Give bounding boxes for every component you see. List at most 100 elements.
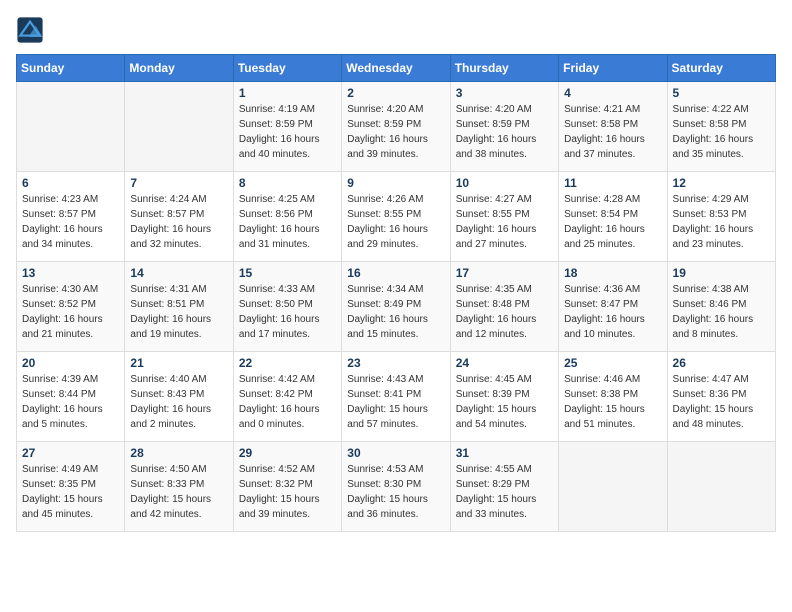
calendar-cell: 9Sunrise: 4:26 AM Sunset: 8:55 PM Daylig… [342, 172, 450, 262]
day-number: 6 [22, 176, 119, 190]
day-number: 27 [22, 446, 119, 460]
calendar-week-1: 1 Sunrise: 4:19 AM Sunset: 8:59 PM Daylig… [17, 82, 776, 172]
calendar-week-5: 27 Sunrise: 4:49 AM Sunset: 8:35 PM Dayli… [17, 442, 776, 532]
weekday-header-thursday: Thursday [450, 55, 558, 82]
day-detail: Sunrise: 4:24 AM Sunset: 8:57 PM Dayligh… [130, 192, 227, 252]
calendar-cell [125, 82, 233, 172]
weekday-header-sunday: Sunday [17, 55, 125, 82]
day-detail: Sunrise: 4:34 AM Sunset: 8:49 PM Dayligh… [347, 282, 444, 342]
day-detail: Sunrise: 4:27 AM Sunset: 8:55 PM Dayligh… [456, 192, 553, 252]
day-number: 9 [347, 176, 444, 190]
day-detail: Sunrise: 4:31 AM Sunset: 8:51 PM Dayligh… [130, 282, 227, 342]
calendar-cell: 29 Sunrise: 4:52 AM Sunset: 8:32 PM Dayli… [233, 442, 341, 532]
calendar-header: SundayMondayTuesdayWednesdayThursdayFrid… [17, 55, 776, 82]
day-detail: Sunrise: 4:36 AM Sunset: 8:47 PM Dayligh… [564, 282, 661, 342]
day-number: 18 [564, 266, 661, 280]
day-number: 15 [239, 266, 336, 280]
calendar-cell: 3 Sunrise: 4:20 AM Sunset: 8:59 PM Daylig… [450, 82, 558, 172]
day-number: 21 [130, 356, 227, 370]
calendar-cell [667, 442, 775, 532]
weekday-header-row: SundayMondayTuesdayWednesdayThursdayFrid… [17, 55, 776, 82]
calendar-cell: 1 Sunrise: 4:19 AM Sunset: 8:59 PM Daylig… [233, 82, 341, 172]
calendar-week-3: 13Sunrise: 4:30 AM Sunset: 8:52 PM Dayli… [17, 262, 776, 352]
day-detail: Sunrise: 4:53 AM Sunset: 8:30 PM Dayligh… [347, 462, 444, 522]
calendar-cell: 10 Sunrise: 4:27 AM Sunset: 8:55 PM Dayli… [450, 172, 558, 262]
day-detail: Sunrise: 4:33 AM Sunset: 8:50 PM Dayligh… [239, 282, 336, 342]
day-number: 7 [130, 176, 227, 190]
calendar-cell: 28Sunrise: 4:50 AM Sunset: 8:33 PM Dayli… [125, 442, 233, 532]
day-number: 31 [456, 446, 553, 460]
day-detail: Sunrise: 4:52 AM Sunset: 8:32 PM Dayligh… [239, 462, 336, 522]
day-number: 20 [22, 356, 119, 370]
day-detail: Sunrise: 4:47 AM Sunset: 8:36 PM Dayligh… [673, 372, 770, 432]
day-number: 12 [673, 176, 770, 190]
day-detail: Sunrise: 4:39 AM Sunset: 8:44 PM Dayligh… [22, 372, 119, 432]
day-number: 25 [564, 356, 661, 370]
calendar-cell: 25 Sunrise: 4:46 AM Sunset: 8:38 PM Dayli… [559, 352, 667, 442]
calendar-cell: 17Sunrise: 4:35 AM Sunset: 8:48 PM Dayli… [450, 262, 558, 352]
calendar-cell: 21 Sunrise: 4:40 AM Sunset: 8:43 PM Dayli… [125, 352, 233, 442]
weekday-header-friday: Friday [559, 55, 667, 82]
day-number: 10 [456, 176, 553, 190]
calendar-cell: 18 Sunrise: 4:36 AM Sunset: 8:47 PM Dayli… [559, 262, 667, 352]
day-detail: Sunrise: 4:22 AM Sunset: 8:58 PM Dayligh… [673, 102, 770, 162]
calendar-cell: 23Sunrise: 4:43 AM Sunset: 8:41 PM Dayli… [342, 352, 450, 442]
calendar-cell: 26 Sunrise: 4:47 AM Sunset: 8:36 PM Dayli… [667, 352, 775, 442]
day-number: 26 [673, 356, 770, 370]
day-number: 28 [130, 446, 227, 460]
day-number: 14 [130, 266, 227, 280]
day-detail: Sunrise: 4:43 AM Sunset: 8:41 PM Dayligh… [347, 372, 444, 432]
day-detail: Sunrise: 4:40 AM Sunset: 8:43 PM Dayligh… [130, 372, 227, 432]
calendar-cell: 15 Sunrise: 4:33 AM Sunset: 8:50 PM Dayli… [233, 262, 341, 352]
calendar-cell [17, 82, 125, 172]
day-number: 24 [456, 356, 553, 370]
calendar-cell: 7 Sunrise: 4:24 AM Sunset: 8:57 PM Daylig… [125, 172, 233, 262]
day-detail: Sunrise: 4:28 AM Sunset: 8:54 PM Dayligh… [564, 192, 661, 252]
day-detail: Sunrise: 4:45 AM Sunset: 8:39 PM Dayligh… [456, 372, 553, 432]
weekday-header-tuesday: Tuesday [233, 55, 341, 82]
day-number: 3 [456, 86, 553, 100]
calendar-cell: 5 Sunrise: 4:22 AM Sunset: 8:58 PM Daylig… [667, 82, 775, 172]
calendar-cell: 24 Sunrise: 4:45 AM Sunset: 8:39 PM Dayli… [450, 352, 558, 442]
logo-icon [16, 16, 44, 44]
calendar-cell: 12 Sunrise: 4:29 AM Sunset: 8:53 PM Dayli… [667, 172, 775, 262]
day-number: 2 [347, 86, 444, 100]
calendar-week-2: 6 Sunrise: 4:23 AM Sunset: 8:57 PM Daylig… [17, 172, 776, 262]
calendar-cell: 20 Sunrise: 4:39 AM Sunset: 8:44 PM Dayli… [17, 352, 125, 442]
weekday-header-monday: Monday [125, 55, 233, 82]
day-detail: Sunrise: 4:55 AM Sunset: 8:29 PM Dayligh… [456, 462, 553, 522]
day-number: 17 [456, 266, 553, 280]
logo [16, 16, 48, 44]
day-number: 29 [239, 446, 336, 460]
calendar-cell: 6 Sunrise: 4:23 AM Sunset: 8:57 PM Daylig… [17, 172, 125, 262]
calendar-cell: 11 Sunrise: 4:28 AM Sunset: 8:54 PM Dayli… [559, 172, 667, 262]
day-detail: Sunrise: 4:49 AM Sunset: 8:35 PM Dayligh… [22, 462, 119, 522]
day-detail: Sunrise: 4:19 AM Sunset: 8:59 PM Dayligh… [239, 102, 336, 162]
day-number: 8 [239, 176, 336, 190]
day-number: 16 [347, 266, 444, 280]
day-number: 1 [239, 86, 336, 100]
day-detail: Sunrise: 4:30 AM Sunset: 8:52 PM Dayligh… [22, 282, 119, 342]
day-number: 19 [673, 266, 770, 280]
day-number: 11 [564, 176, 661, 190]
day-detail: Sunrise: 4:29 AM Sunset: 8:53 PM Dayligh… [673, 192, 770, 252]
day-detail: Sunrise: 4:42 AM Sunset: 8:42 PM Dayligh… [239, 372, 336, 432]
day-detail: Sunrise: 4:20 AM Sunset: 8:59 PM Dayligh… [456, 102, 553, 162]
calendar-cell: 31 Sunrise: 4:55 AM Sunset: 8:29 PM Dayli… [450, 442, 558, 532]
day-detail: Sunrise: 4:20 AM Sunset: 8:59 PM Dayligh… [347, 102, 444, 162]
calendar-cell: 27 Sunrise: 4:49 AM Sunset: 8:35 PM Dayli… [17, 442, 125, 532]
calendar-cell: 13Sunrise: 4:30 AM Sunset: 8:52 PM Dayli… [17, 262, 125, 352]
day-number: 5 [673, 86, 770, 100]
calendar-week-4: 20 Sunrise: 4:39 AM Sunset: 8:44 PM Dayli… [17, 352, 776, 442]
calendar-cell: 16 Sunrise: 4:34 AM Sunset: 8:49 PM Dayli… [342, 262, 450, 352]
page-header [16, 16, 776, 44]
calendar-cell: 2 Sunrise: 4:20 AM Sunset: 8:59 PM Daylig… [342, 82, 450, 172]
day-number: 22 [239, 356, 336, 370]
calendar-cell: 22 Sunrise: 4:42 AM Sunset: 8:42 PM Dayli… [233, 352, 341, 442]
weekday-header-saturday: Saturday [667, 55, 775, 82]
day-detail: Sunrise: 4:46 AM Sunset: 8:38 PM Dayligh… [564, 372, 661, 432]
day-detail: Sunrise: 4:23 AM Sunset: 8:57 PM Dayligh… [22, 192, 119, 252]
day-detail: Sunrise: 4:38 AM Sunset: 8:46 PM Dayligh… [673, 282, 770, 342]
calendar-cell: 14 Sunrise: 4:31 AM Sunset: 8:51 PM Dayli… [125, 262, 233, 352]
day-number: 30 [347, 446, 444, 460]
